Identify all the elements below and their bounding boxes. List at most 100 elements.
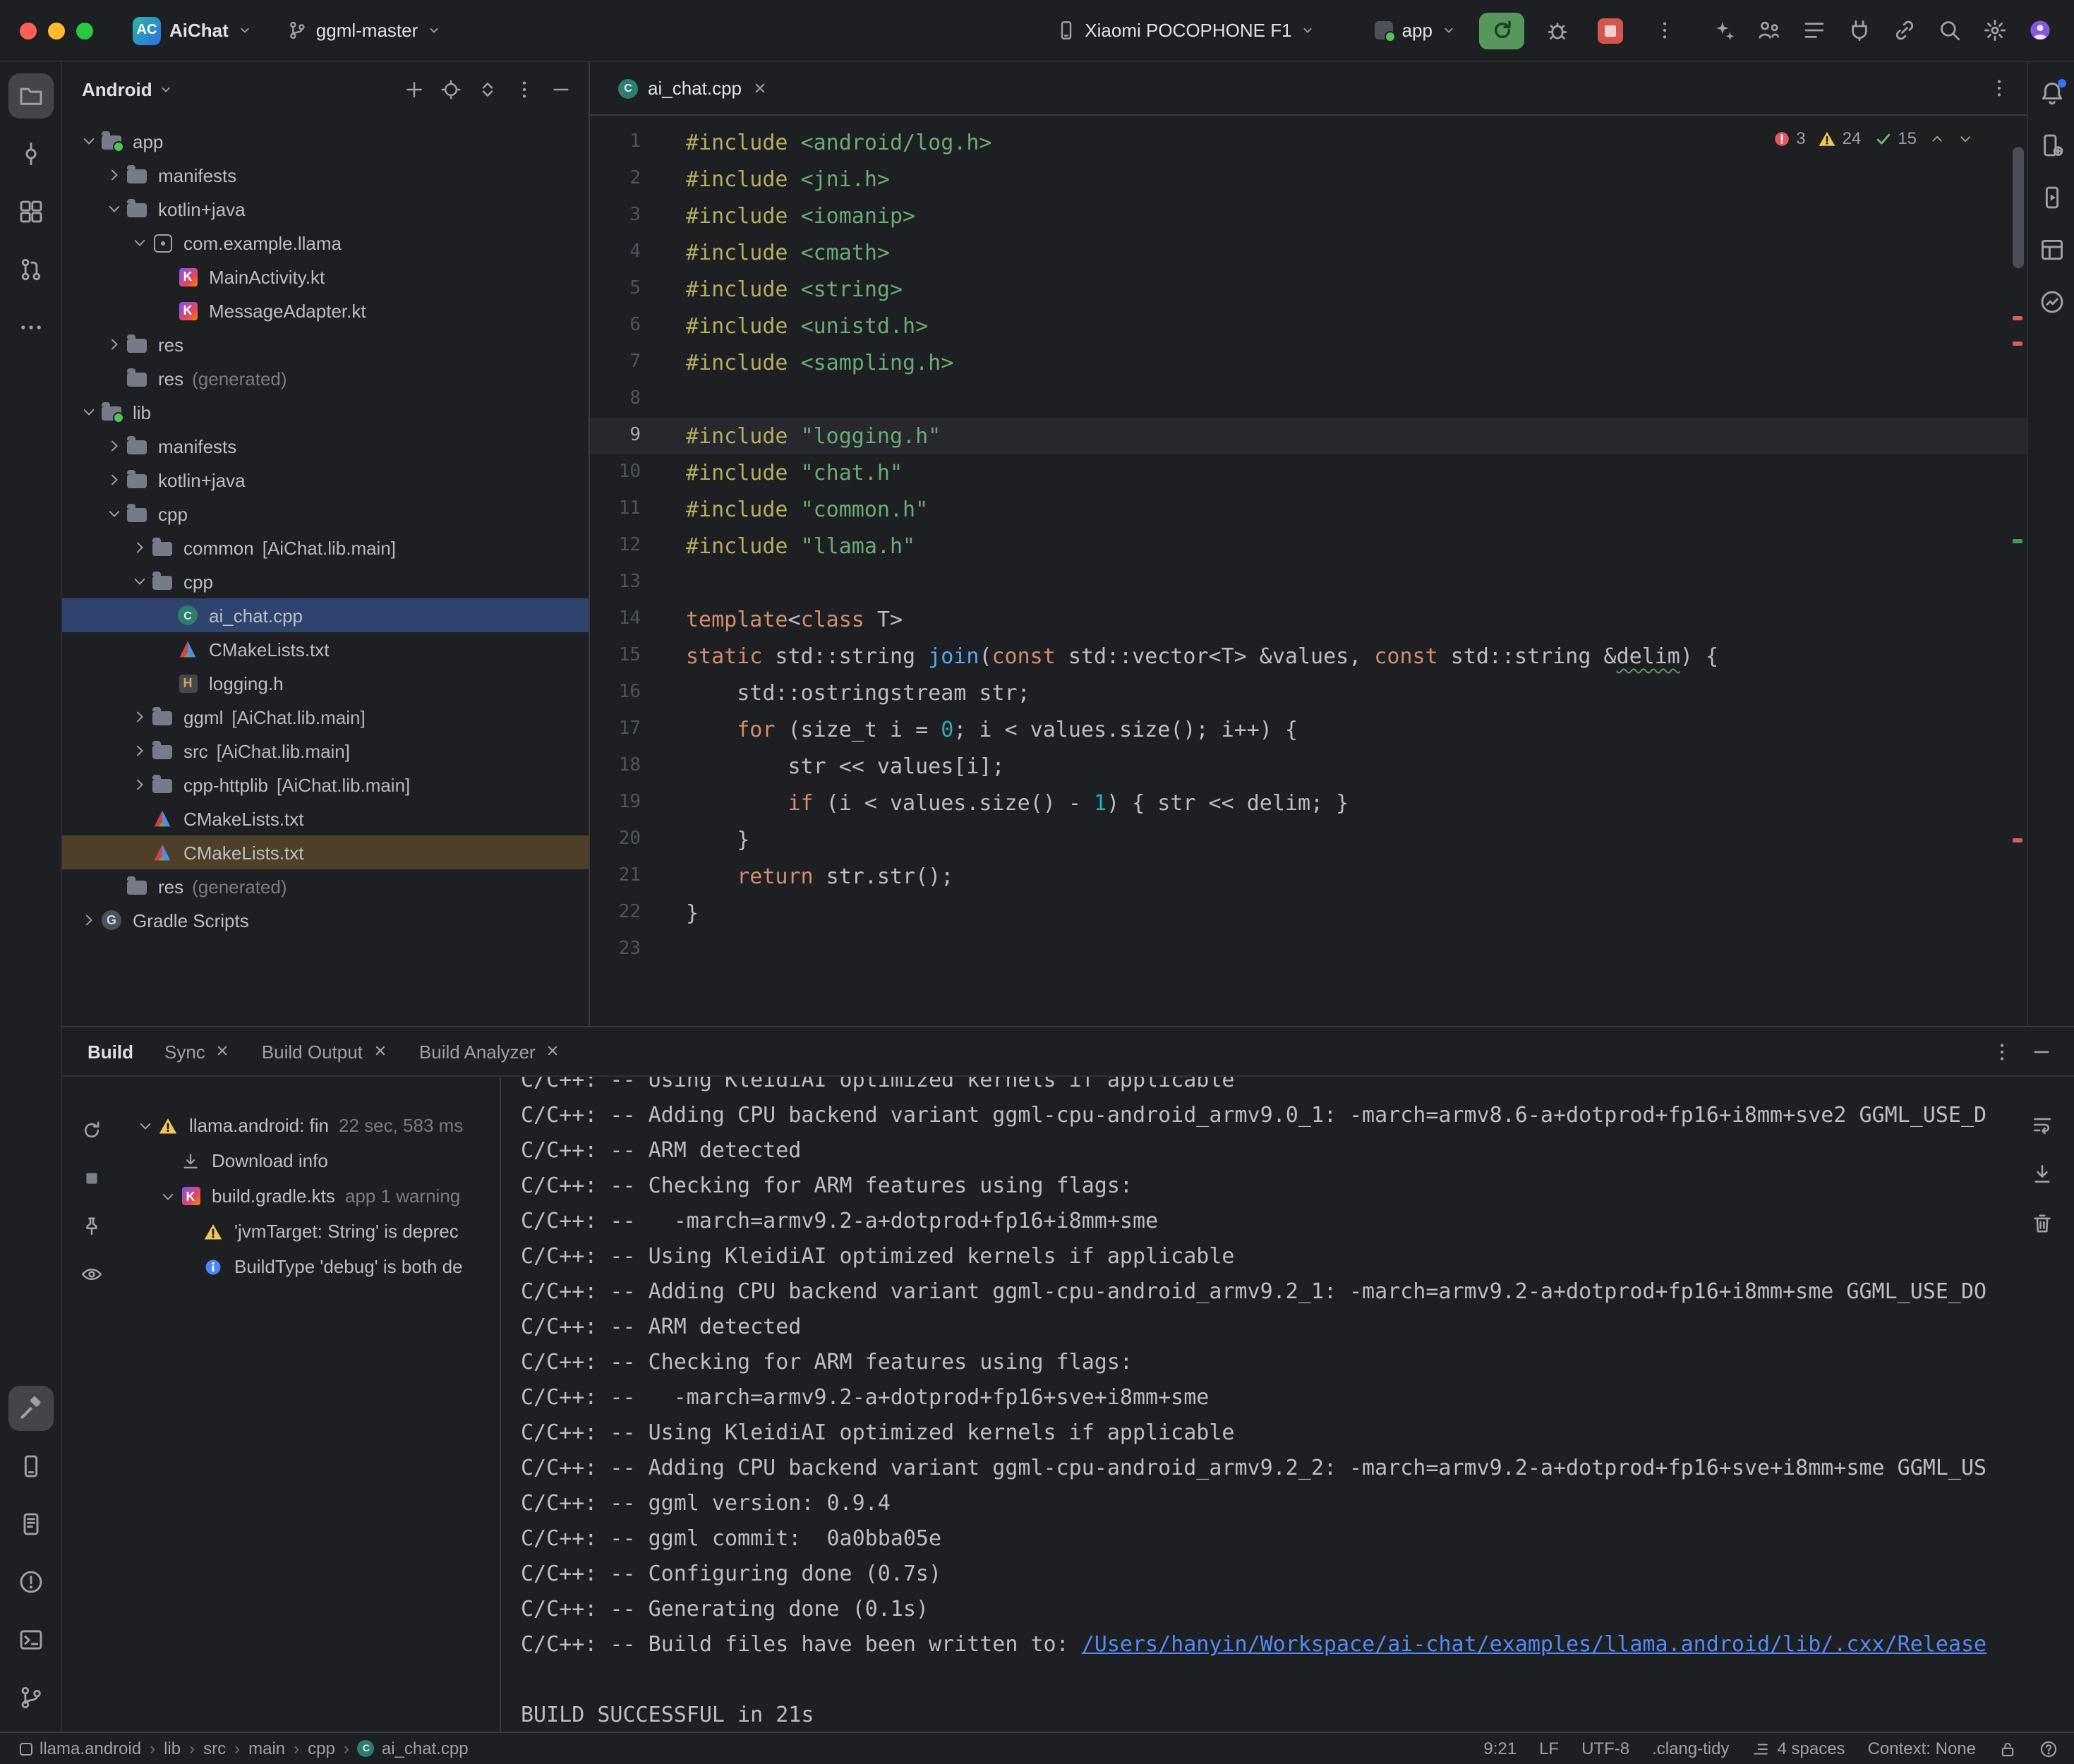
code-line-4[interactable]: 4#include <cmath> [590, 234, 2027, 271]
tree-row-ggml[interactable]: ggml[AiChat.lib.main] [62, 700, 589, 734]
debug-button[interactable] [1536, 11, 1578, 50]
error-stripe-mark[interactable] [2013, 838, 2022, 842]
tool-window-button-project[interactable] [8, 73, 53, 119]
tree-row-res[interactable]: res(generated) [62, 869, 589, 903]
code-line-9[interactable]: 9#include "logging.h" [590, 418, 2027, 454]
build-tree-row[interactable]: 'jvmTarget: String' is deprec [121, 1214, 500, 1249]
breadcrumb-item[interactable]: Cai_chat.cpp [358, 1739, 469, 1758]
code-line-23[interactable]: 23 [590, 931, 2027, 968]
device-selector[interactable]: Xiaomi POCOPHONE F1 [1044, 14, 1327, 47]
chevron-right-icon[interactable] [127, 708, 151, 725]
chevron-down-icon[interactable] [127, 573, 151, 590]
inspections-widget[interactable]: 3 24 15 [1758, 124, 1987, 152]
tree-row-cpp[interactable]: cpp [62, 564, 589, 598]
error-stripe-mark[interactable] [2013, 342, 2022, 346]
scrollbar-thumb[interactable] [2013, 147, 2024, 268]
code-analyzer[interactable]: .clang-tidy [1652, 1739, 1729, 1758]
tree-row-manifests[interactable]: manifests [62, 429, 589, 463]
link-button[interactable] [1883, 11, 1925, 50]
tree-row-kotlin-java[interactable]: kotlin+java [62, 463, 589, 497]
write-access[interactable] [1998, 1739, 2017, 1758]
kebab-button[interactable] [507, 72, 541, 106]
breadcrumb-item[interactable]: llama.android [20, 1739, 141, 1758]
code-line-15[interactable]: 15static std::string join(const std::vec… [590, 638, 2027, 675]
build-tab-build-output[interactable]: Build Output [262, 1041, 388, 1062]
chevron-down-icon[interactable] [133, 1117, 157, 1134]
tool-window-button-build[interactable] [8, 1386, 53, 1431]
code-with-me-button[interactable] [1747, 11, 1790, 50]
tree-row-com-example-llama[interactable]: com.example.llama [62, 226, 589, 260]
file-encoding[interactable]: UTF-8 [1581, 1739, 1629, 1758]
ide-messages[interactable] [2039, 1739, 2058, 1758]
close-tab-icon[interactable] [545, 1041, 561, 1062]
expand-all-button[interactable] [470, 72, 504, 106]
tool-window-button-logcat[interactable] [8, 1502, 53, 1547]
code-line-8[interactable]: 8 [590, 381, 2027, 418]
breadcrumb-item[interactable]: src [203, 1739, 226, 1758]
chevron-down-icon[interactable] [76, 133, 100, 150]
tree-row-app[interactable]: app [62, 124, 589, 158]
chevron-right-icon[interactable] [76, 912, 100, 929]
tree-row-ai-chat-cpp[interactable]: Cai_chat.cpp [62, 598, 589, 632]
refresh-button[interactable] [75, 1113, 109, 1147]
run-config-selector[interactable]: app [1364, 14, 1468, 47]
tree-row-cpp[interactable]: cpp [62, 497, 589, 531]
code-line-5[interactable]: 5#include <string> [590, 271, 2027, 308]
zoom-window-button[interactable] [76, 22, 93, 39]
error-stripe-mark[interactable] [2013, 316, 2022, 320]
tool-window-button-layout-inspector[interactable] [2032, 230, 2071, 270]
project-view-selector[interactable]: Android [82, 78, 152, 99]
build-tab-sync[interactable]: Sync [164, 1041, 231, 1062]
tool-window-button-device-explorer[interactable] [8, 1444, 53, 1489]
chevron-right-icon[interactable] [102, 336, 126, 353]
chevron-right-icon[interactable] [127, 539, 151, 556]
caret-position[interactable]: 9:21 [1483, 1739, 1517, 1758]
tool-window-button-pull-requests[interactable] [8, 247, 53, 292]
close-tab-icon[interactable] [752, 80, 767, 96]
code-line-6[interactable]: 6#include <unistd.h> [590, 308, 2027, 344]
locate-button[interactable] [433, 72, 467, 106]
build-tab-build[interactable]: Build [88, 1041, 133, 1062]
more-actions-button[interactable] [1643, 11, 1685, 50]
tool-window-button-terminal[interactable] [8, 1617, 53, 1662]
close-tab-icon[interactable] [373, 1041, 388, 1062]
chevron-right-icon[interactable] [127, 776, 151, 793]
tool-window-button-resource-manager[interactable] [8, 189, 53, 234]
build-tree-row[interactable]: BuildType 'debug' is both de [121, 1249, 500, 1284]
tree-row-res[interactable]: res [62, 327, 589, 361]
build-tree-row[interactable]: llama.android: fin22 sec, 583 ms [121, 1108, 500, 1143]
tree-row-gradle-scripts[interactable]: GGradle Scripts [62, 903, 589, 937]
tool-window-button-version-control[interactable] [8, 1675, 53, 1720]
tree-row-common[interactable]: common[AiChat.lib.main] [62, 531, 589, 564]
context-widget[interactable]: Context: None [1868, 1739, 1976, 1758]
tree-row-cmakelists-txt[interactable]: CMakeLists.txt [62, 802, 589, 835]
chevron-right-icon[interactable] [102, 437, 126, 454]
chevron-down-icon[interactable] [102, 505, 126, 522]
code-line-13[interactable]: 13 [590, 564, 2027, 601]
tool-window-button-commit[interactable] [8, 131, 53, 176]
plugins-button[interactable] [1838, 11, 1880, 50]
chevron-right-icon[interactable] [102, 167, 126, 183]
code-line-21[interactable]: 21 return str.str(); [590, 858, 2027, 895]
stop-grey-button[interactable] [75, 1161, 109, 1195]
breadcrumb-item[interactable]: lib [164, 1739, 181, 1758]
build-tab-build-analyzer[interactable]: Build Analyzer [419, 1041, 561, 1062]
code-line-11[interactable]: 11#include "common.h" [590, 491, 2027, 528]
editor-tab-ai-chat-cpp[interactable]: C ai_chat.cpp [604, 62, 781, 114]
tree-row-cpp-httplib[interactable]: cpp-httplib[AiChat.lib.main] [62, 768, 589, 802]
tree-row-res[interactable]: res(generated) [62, 361, 589, 395]
softwrap-button[interactable] [2025, 1108, 2059, 1142]
breadcrumb-item[interactable]: cpp [308, 1739, 335, 1758]
code-line-22[interactable]: 22} [590, 895, 2027, 931]
build-tree-row[interactable]: Download info [121, 1143, 500, 1178]
code-line-17[interactable]: 17 for (size_t i = 0; i < values.size();… [590, 711, 2027, 748]
minimize-window-button[interactable] [48, 22, 65, 39]
profile-button[interactable] [2018, 11, 2061, 50]
chevron-down-icon[interactable] [127, 234, 151, 251]
plus-button[interactable] [397, 72, 430, 106]
search-button[interactable] [1928, 11, 1970, 50]
eye-button[interactable] [75, 1257, 109, 1291]
structure-button[interactable] [1792, 11, 1835, 50]
tree-row-cmakelists-txt[interactable]: CMakeLists.txt [62, 632, 589, 666]
hide-tool-window-button[interactable] [2024, 1034, 2058, 1068]
